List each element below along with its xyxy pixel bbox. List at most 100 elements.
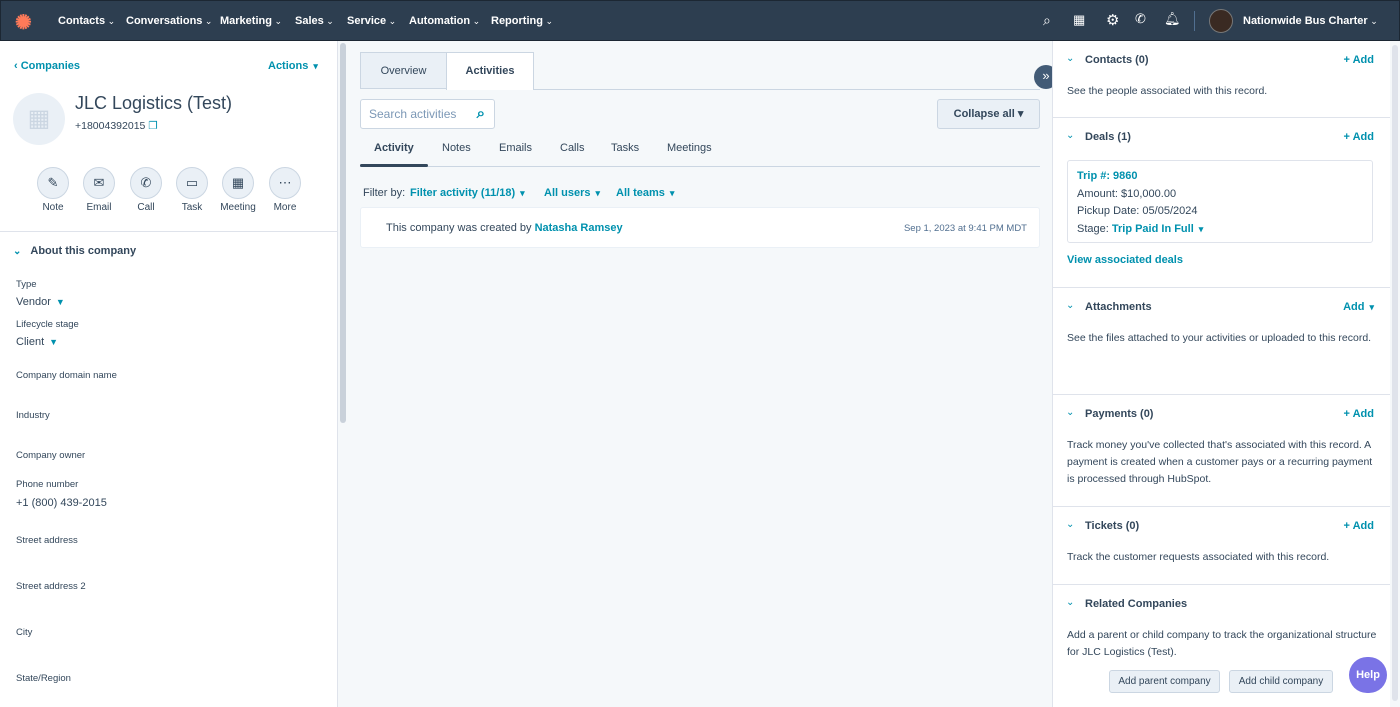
attachments-title[interactable]: Attachments — [1085, 301, 1152, 313]
task-button[interactable]: ▭ — [176, 167, 208, 199]
contacts-title[interactable]: Contacts (0) — [1085, 54, 1149, 66]
subtab-meetings[interactable]: Meetings — [667, 142, 712, 154]
calendar-icon: ▦ — [231, 175, 245, 190]
contacts-section: ⌄ Contacts (0) + Add See the people asso… — [1053, 41, 1391, 118]
add-parent-company-button[interactable]: Add parent company — [1109, 670, 1220, 693]
lifecycle-select[interactable]: Client ▼ — [16, 336, 58, 348]
city-label[interactable]: City — [16, 627, 32, 638]
company-logo-icon: ▦ — [13, 93, 65, 145]
phone-label: Phone number — [16, 479, 79, 490]
subtab-calls[interactable]: Calls — [560, 142, 584, 154]
nav-contacts[interactable]: Contacts — [58, 15, 115, 27]
street-label[interactable]: Street address — [16, 535, 78, 546]
nav-marketing[interactable]: Marketing — [220, 15, 282, 27]
left-scrollbar[interactable] — [338, 41, 348, 707]
deals-title[interactable]: Deals (1) — [1085, 131, 1131, 143]
about-section-toggle[interactable]: ⌄ About this company — [13, 245, 136, 257]
phone-value[interactable]: +1 (800) 439-2015 — [16, 497, 107, 509]
account-menu[interactable]: Nationwide Bus Charter — [1243, 15, 1378, 27]
help-button[interactable]: Help — [1349, 657, 1387, 693]
nav-reporting[interactable]: Reporting — [491, 15, 553, 27]
tab-overview[interactable]: Overview — [360, 52, 447, 89]
collapse-all-button[interactable]: Collapse all ▾ — [937, 99, 1040, 129]
chevron-down-icon[interactable]: ⌄ — [1066, 407, 1074, 418]
add-deal-button[interactable]: + Add — [1344, 131, 1374, 143]
all-teams-dropdown[interactable]: All teams ▾ — [616, 187, 674, 199]
tickets-title[interactable]: Tickets (0) — [1085, 520, 1139, 532]
stage-dropdown[interactable]: Trip Paid In Full ▾ — [1112, 223, 1203, 235]
state-label[interactable]: State/Region — [16, 673, 71, 684]
chevron-down-icon[interactable]: ⌄ — [1066, 300, 1074, 311]
meeting-button[interactable]: ▦ — [222, 167, 254, 199]
add-child-company-button[interactable]: Add child company — [1229, 670, 1333, 693]
note-icon: ✎ — [47, 175, 59, 190]
company-sidebar: ‹ Companies Actions ▾ ▦ JLC Logistics (Te… — [0, 41, 338, 707]
subtab-tasks[interactable]: Tasks — [611, 142, 639, 154]
actions-menu[interactable]: Actions ▾ — [268, 60, 318, 72]
search-icon[interactable]: ⌕ — [477, 105, 485, 122]
nav-conversations[interactable]: Conversations — [126, 15, 212, 27]
all-users-dropdown[interactable]: All users ▾ — [544, 187, 600, 199]
back-label: Companies — [20, 60, 81, 72]
deal-name-link[interactable]: Trip #: 9860 — [1077, 168, 1363, 186]
search-placeholder: Search activities — [369, 107, 457, 121]
calling-icon[interactable]: ✆ — [1135, 11, 1146, 27]
call-button[interactable]: ✆ — [130, 167, 162, 199]
note-button[interactable]: ✎ — [37, 167, 69, 199]
domain-label[interactable]: Company domain name — [16, 370, 117, 381]
nav-automation[interactable]: Automation — [409, 15, 480, 27]
payments-text: Track money you've collected that's asso… — [1067, 439, 1373, 485]
filter-activity-dropdown[interactable]: Filter activity (11/18) ▾ — [410, 187, 525, 199]
filter-by-label: Filter by: — [363, 187, 406, 199]
hubspot-logo-icon[interactable]: ✺ — [15, 10, 32, 35]
activity-user-link[interactable]: Natasha Ramsey — [535, 222, 623, 234]
related-companies-section: ⌄ Related Companies Add a parent or chil… — [1053, 585, 1391, 707]
chevron-down-icon[interactable]: ⌄ — [1066, 130, 1074, 141]
add-contact-button[interactable]: + Add — [1344, 54, 1374, 66]
subtab-notes[interactable]: Notes — [442, 142, 471, 154]
gear-icon[interactable]: ⚙ — [1106, 11, 1119, 29]
add-ticket-button[interactable]: + Add — [1344, 520, 1374, 532]
lifecycle-label: Lifecycle stage — [16, 319, 79, 330]
chevron-down-icon[interactable]: ⌄ — [1066, 519, 1074, 530]
task-icon: ▭ — [185, 175, 199, 190]
email-icon: ✉ — [93, 175, 105, 190]
industry-label[interactable]: Industry — [16, 410, 50, 421]
more-button[interactable]: ⋯ — [269, 167, 301, 199]
subtab-activity[interactable]: Activity — [374, 142, 414, 154]
related-companies-text: Add a parent or child company to track t… — [1067, 629, 1377, 658]
chevron-down-icon[interactable]: ⌄ — [1066, 53, 1074, 64]
type-select[interactable]: Vendor ▼ — [16, 296, 65, 308]
activity-timestamp: Sep 1, 2023 at 9:41 PM MDT — [903, 223, 1027, 234]
avatar[interactable] — [1209, 9, 1233, 33]
owner-label[interactable]: Company owner — [16, 450, 85, 461]
contacts-text: See the people associated with this reco… — [1067, 85, 1268, 97]
tickets-section: ⌄ Tickets (0) + Add Track the customer r… — [1053, 507, 1391, 585]
email-button[interactable]: ✉ — [83, 167, 115, 199]
street2-label[interactable]: Street address 2 — [16, 581, 86, 592]
add-payment-button[interactable]: + Add — [1344, 408, 1374, 420]
nav-service[interactable]: Service — [347, 15, 396, 27]
payments-title[interactable]: Payments (0) — [1085, 408, 1153, 420]
tab-activities[interactable]: Activities — [446, 52, 534, 90]
company-name[interactable]: JLC Logistics (Test) — [75, 93, 232, 114]
marketplace-icon[interactable]: ▦ — [1073, 12, 1085, 28]
search-icon[interactable]: ⌕ — [1043, 12, 1051, 29]
active-subtab-indicator — [360, 164, 428, 167]
add-attachment-dropdown[interactable]: Add ▾ — [1343, 301, 1374, 313]
related-companies-title[interactable]: Related Companies — [1085, 598, 1187, 610]
nav-sales[interactable]: Sales — [295, 15, 334, 27]
back-to-companies-link[interactable]: ‹ Companies — [14, 60, 80, 72]
activity-item: This company was created by Natasha Rams… — [360, 207, 1040, 248]
bell-icon[interactable]: 🔔︎ — [1164, 11, 1181, 27]
more-icon: ⋯ — [278, 175, 292, 190]
deal-stage: Stage: Trip Paid In Full ▾ — [1077, 221, 1363, 239]
search-activities-input[interactable]: Search activities ⌕ — [360, 99, 495, 129]
all-teams-label: All teams — [616, 187, 665, 199]
activity-text: This company was created by Natasha Rams… — [386, 222, 623, 234]
subtab-emails[interactable]: Emails — [499, 142, 532, 154]
chevron-down-icon[interactable]: ⌄ — [1066, 597, 1074, 608]
view-associated-deals-link[interactable]: View associated deals — [1067, 254, 1183, 266]
copy-icon[interactable]: ❐ — [148, 120, 157, 132]
right-scrollbar[interactable] — [1390, 41, 1400, 707]
